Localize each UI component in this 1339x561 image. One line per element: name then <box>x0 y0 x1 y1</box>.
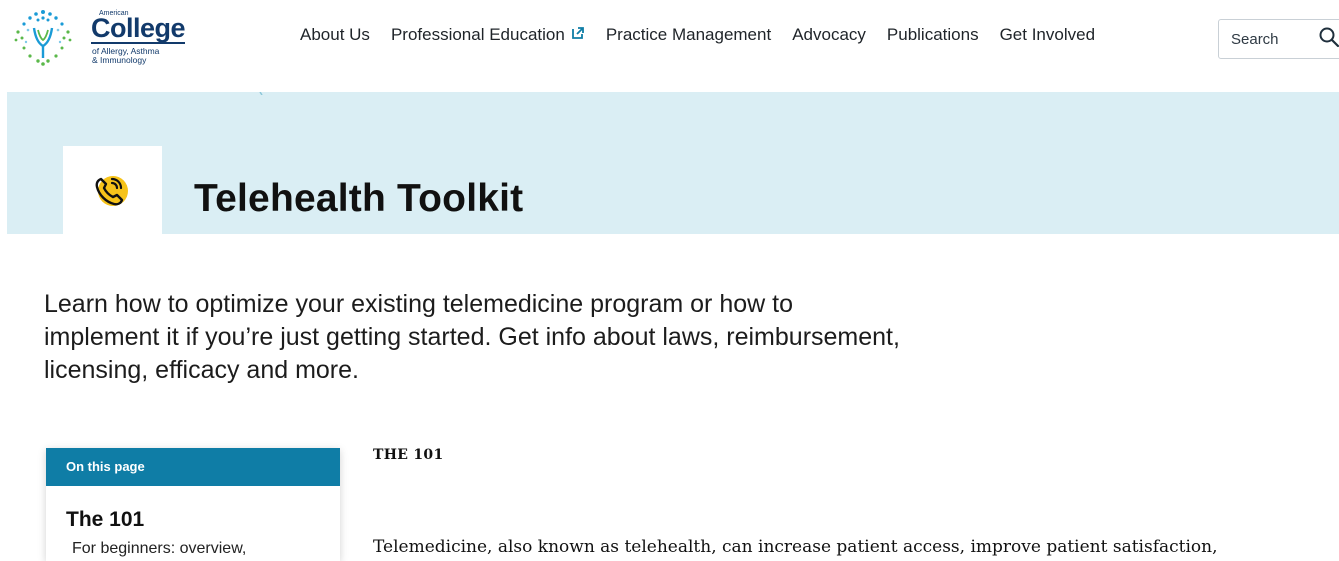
on-this-page-header: On this page <box>46 448 340 486</box>
section-heading: THE 101 <box>373 447 444 463</box>
on-this-page-box: On this page The 101 For beginners: over… <box>46 448 340 561</box>
search-box <box>1218 19 1339 59</box>
search-input[interactable] <box>1231 28 1311 50</box>
nav-professional-education[interactable]: Professional Education <box>391 25 585 45</box>
toc-link-the-101[interactable]: The 101 <box>66 508 144 532</box>
nav-about-us[interactable]: About Us <box>300 25 370 45</box>
nav-label: Professional Education <box>390 25 565 44</box>
nav-label: Advocacy <box>792 25 866 44</box>
nav-practice-management[interactable]: Practice Management <box>606 25 771 45</box>
page-title: Telehealth Toolkit <box>194 177 524 220</box>
external-link-icon <box>571 25 585 45</box>
breadcrumb-fragment <box>259 92 263 95</box>
nav-label: Practice Management <box>605 25 772 44</box>
phone-call-icon <box>95 176 128 206</box>
search-icon[interactable] <box>1318 26 1339 50</box>
logo-subtitle: of Allergy, Asthma & Immunology <box>92 47 202 65</box>
hero-icon-card <box>63 146 162 234</box>
intro-paragraph: Learn how to optimize your existing tele… <box>44 290 900 384</box>
logo-sub-line-2: & Immunology <box>92 55 147 65</box>
site-header: American College of Allergy, Asthma & Im… <box>0 0 1339 92</box>
nav-get-involved[interactable]: Get Involved <box>1000 25 1095 45</box>
logo-name: College <box>91 13 186 44</box>
logo-mark-icon <box>14 10 72 66</box>
acaai-logo[interactable]: American College of Allergy, Asthma & Im… <box>12 6 192 68</box>
nav-advocacy[interactable]: Advocacy <box>792 25 866 45</box>
nav-label: Publications <box>886 25 979 44</box>
toc-description: For beginners: overview, <box>72 540 247 557</box>
nav-label: About Us <box>300 25 370 44</box>
nav-label: Get Involved <box>999 25 1096 44</box>
main-nav: About Us Professional Education Practice… <box>300 25 1116 45</box>
nav-publications[interactable]: Publications <box>887 25 979 45</box>
body-paragraph: Telemedicine, also known as telehealth, … <box>373 537 1218 557</box>
